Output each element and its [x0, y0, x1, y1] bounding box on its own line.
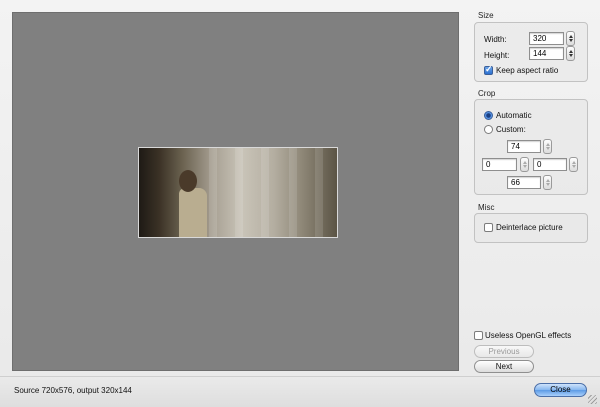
- video-preview-frame: [138, 147, 338, 238]
- previous-button[interactable]: Previous: [474, 345, 534, 358]
- crop-right-stepper-arrows-icon[interactable]: [569, 157, 578, 172]
- crop-custom-radio[interactable]: [484, 125, 493, 134]
- deinterlace-label: Deinterlace picture: [496, 223, 563, 232]
- crop-right-input[interactable]: [533, 158, 567, 171]
- height-stepper-arrows-icon[interactable]: [566, 46, 575, 61]
- curtain-fold: [315, 148, 323, 237]
- resize-grip-icon[interactable]: [588, 395, 597, 404]
- keep-aspect-checkbox[interactable]: [484, 64, 493, 75]
- person-figure: [179, 188, 207, 237]
- crop-bottom-stepper-arrows-icon[interactable]: [543, 175, 552, 190]
- curtain-fold: [235, 148, 243, 237]
- deinterlace-checkbox[interactable]: [484, 223, 493, 232]
- width-stepper-arrows-icon[interactable]: [566, 31, 575, 46]
- crop-custom-label: Custom:: [496, 125, 526, 134]
- keep-aspect-label: Keep aspect ratio: [496, 66, 559, 75]
- crop-automatic-radio[interactable]: [484, 111, 493, 120]
- width-label: Width:: [484, 35, 507, 44]
- close-button[interactable]: Close: [534, 383, 587, 397]
- crop-top-input[interactable]: [507, 140, 541, 153]
- height-label: Height:: [484, 51, 510, 60]
- crop-top-stepper-arrows-icon[interactable]: [543, 139, 552, 154]
- next-button[interactable]: Next: [474, 360, 534, 373]
- picture-settings-window: Size Width: Height: Keep aspect ratio Cr…: [0, 0, 600, 407]
- opengl-effects-label: Useless OpenGL effects: [485, 331, 572, 340]
- crop-left-input[interactable]: [482, 158, 517, 171]
- crop-left-stepper-arrows-icon[interactable]: [520, 157, 529, 172]
- opengl-effects-checkbox[interactable]: [474, 331, 483, 340]
- height-input[interactable]: [529, 47, 564, 60]
- curtain-fold: [209, 148, 217, 237]
- crop-group-title: Crop: [478, 89, 496, 98]
- status-text: Source 720x576, output 320x144: [14, 386, 132, 395]
- crop-automatic-label: Automatic: [496, 111, 532, 120]
- person-head: [179, 170, 197, 192]
- width-input[interactable]: [529, 32, 564, 45]
- crop-bottom-input[interactable]: [507, 176, 541, 189]
- misc-group-title: Misc: [478, 203, 495, 212]
- preview-area: [12, 12, 459, 371]
- curtain-fold: [261, 148, 269, 237]
- size-group-title: Size: [478, 11, 494, 20]
- curtain-fold: [289, 148, 297, 237]
